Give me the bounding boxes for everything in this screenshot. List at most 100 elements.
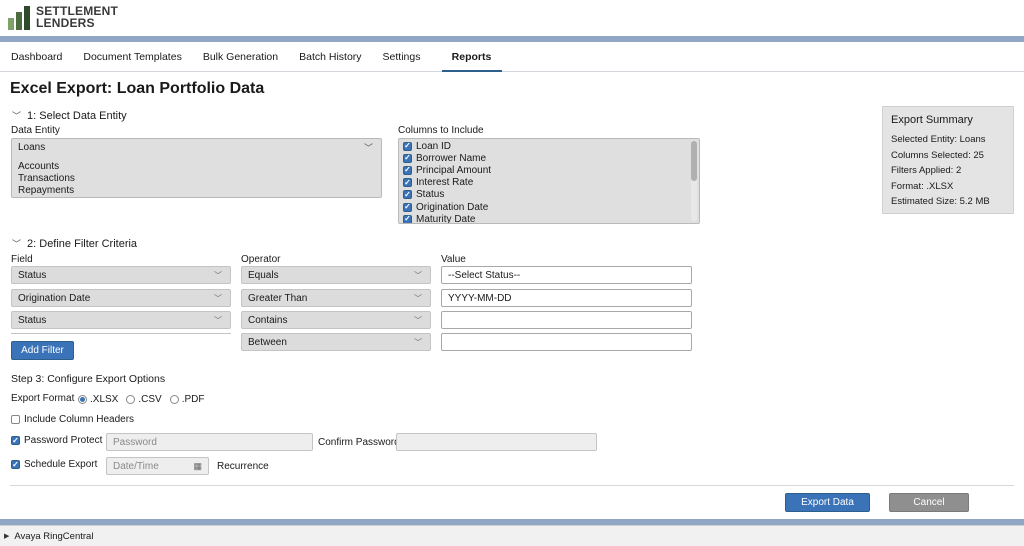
- columns-listbox[interactable]: Loan ID Borrower Name Principal Amount I…: [398, 138, 700, 224]
- column-option[interactable]: Loan ID: [399, 140, 699, 152]
- export-summary-panel: Export Summary Selected Entity: Loans Co…: [882, 106, 1014, 214]
- password-protect-label: Password Protect: [24, 435, 103, 446]
- chevron-down-icon: ﹀: [414, 315, 422, 325]
- filter-field-select[interactable]: Status ﹀: [11, 311, 231, 329]
- chevron-down-icon: ﹀: [414, 270, 422, 280]
- cancel-button[interactable]: Cancel: [889, 493, 969, 512]
- filter-value-input[interactable]: [441, 333, 692, 351]
- chevron-down-icon: ﹀: [12, 239, 22, 249]
- format-option-pdf[interactable]: .PDF: [169, 394, 205, 405]
- entity-option-accounts[interactable]: Accounts: [12, 161, 381, 173]
- chevron-down-icon: ﹀: [214, 315, 222, 325]
- entity-option-transactions[interactable]: Transactions: [12, 173, 381, 185]
- column-label: Borrower Name: [416, 152, 487, 164]
- confirm-password-label: Confirm Password: [318, 437, 400, 448]
- columns-scrollbar[interactable]: [691, 141, 697, 221]
- recurrence-label: Recurrence: [217, 461, 269, 472]
- calendar-icon[interactable]: ▦: [193, 461, 202, 472]
- chevron-down-icon: ﹀: [414, 293, 422, 303]
- main-nav: Dashboard Document Templates Bulk Genera…: [0, 42, 1024, 72]
- step2-heading: 2: Define Filter Criteria: [27, 237, 138, 250]
- checkbox-icon[interactable]: [403, 153, 412, 163]
- value-column-label: Value: [441, 254, 466, 265]
- tab-reports[interactable]: Reports: [441, 42, 502, 72]
- logo: SETTLEMENT LENDERS: [8, 4, 118, 30]
- entity-option-repayments[interactable]: Repayments: [12, 185, 381, 197]
- checkbox-icon[interactable]: [403, 141, 412, 151]
- filter-operator-select[interactable]: Equals ﹀: [241, 266, 431, 284]
- password-field[interactable]: Password: [106, 433, 313, 451]
- filter-field-value: Origination Date: [18, 292, 91, 304]
- checkbox-icon[interactable]: [11, 415, 20, 424]
- column-option[interactable]: Origination Date: [399, 201, 699, 213]
- column-option[interactable]: Maturity Date: [399, 213, 699, 223]
- operator-column-label: Operator: [241, 254, 281, 265]
- entity-selected-label: Loans: [18, 141, 46, 153]
- checkbox-icon[interactable]: [403, 165, 412, 175]
- chevron-down-icon: ﹀: [414, 337, 422, 347]
- format-option-xlsx[interactable]: .XLSX: [78, 394, 118, 405]
- tab-bulk-generation[interactable]: Bulk Generation: [203, 42, 289, 72]
- radio-icon[interactable]: [126, 395, 136, 404]
- column-option[interactable]: Status: [399, 189, 699, 201]
- add-filter-button[interactable]: Add Filter: [11, 341, 74, 360]
- filter-operator-value: Between: [248, 336, 287, 348]
- column-option[interactable]: Principal Amount: [399, 164, 699, 176]
- filter-operator-select[interactable]: Greater Than ﹀: [241, 289, 431, 307]
- format-option-csv[interactable]: .CSV: [126, 394, 162, 405]
- checkbox-icon[interactable]: [11, 460, 20, 469]
- summary-row: Estimated Size: 5.2 MB: [891, 196, 990, 207]
- include-headers-option[interactable]: Include Column Headers: [11, 414, 134, 425]
- radio-icon[interactable]: [169, 395, 179, 404]
- tab-document-templates[interactable]: Document Templates: [83, 42, 192, 72]
- filter-field-divider: [11, 333, 231, 334]
- step2-header[interactable]: ﹀ 2: Define Filter Criteria: [12, 237, 137, 250]
- filter-field-value: Status: [18, 314, 47, 326]
- filter-operator-select[interactable]: Between ﹀: [241, 333, 431, 351]
- checkbox-icon[interactable]: [403, 190, 412, 200]
- column-label: Interest Rate: [416, 177, 474, 189]
- top-bar: SETTLEMENT LENDERS: [0, 0, 1024, 36]
- checkbox-icon[interactable]: [403, 214, 412, 223]
- column-option[interactable]: Interest Rate: [399, 177, 699, 189]
- logo-line2: LENDERS: [36, 16, 95, 30]
- filter-operator-select[interactable]: Contains ﹀: [241, 311, 431, 329]
- data-entity-listbox[interactable]: Loans ﹀ Accounts Transactions Repayments: [11, 138, 382, 198]
- filter-value-input[interactable]: YYYY-MM-DD: [441, 289, 692, 307]
- field-column-label: Field: [11, 254, 33, 265]
- export-data-button[interactable]: Export Data: [785, 493, 870, 512]
- column-label: Principal Amount: [416, 164, 492, 176]
- schedule-export-option[interactable]: Schedule Export: [11, 459, 97, 470]
- tab-dashboard[interactable]: Dashboard: [11, 42, 73, 72]
- summary-row: Columns Selected: 25: [891, 149, 984, 161]
- password-protect-option[interactable]: Password Protect: [11, 435, 102, 446]
- scrollbar-thumb[interactable]: [691, 141, 697, 181]
- filter-field-select[interactable]: Origination Date ﹀: [11, 289, 231, 307]
- format-label: .CSV: [138, 394, 162, 405]
- checkbox-icon[interactable]: [403, 202, 412, 212]
- datetime-field[interactable]: Date/Time ▦: [106, 457, 209, 475]
- entity-selected[interactable]: Loans ﹀: [12, 139, 381, 153]
- filter-value-input[interactable]: [441, 311, 692, 329]
- format-label: .PDF: [181, 394, 205, 405]
- confirm-password-field[interactable]: [396, 433, 597, 451]
- phone-icon: ▶: [4, 533, 10, 540]
- checkbox-icon[interactable]: [403, 178, 412, 188]
- filter-field-select[interactable]: Status ﹀: [11, 266, 231, 284]
- logo-text: SETTLEMENT LENDERS: [36, 5, 118, 29]
- filter-value-input[interactable]: --Select Status--: [441, 266, 692, 284]
- radio-icon[interactable]: [78, 395, 87, 404]
- tab-batch-history[interactable]: Batch History: [299, 42, 372, 72]
- checkbox-icon[interactable]: [11, 436, 20, 445]
- filter-operator-value: Contains: [248, 314, 288, 326]
- status-bar: ▶ Avaya RingCentral: [0, 525, 1024, 546]
- data-entity-label: Data Entity: [11, 125, 60, 136]
- footer-divider: [10, 485, 1014, 486]
- step1-header[interactable]: ﹀ 1: Select Data Entity: [12, 109, 127, 122]
- tab-settings[interactable]: Settings: [383, 42, 432, 72]
- logo-mark-icon: [8, 4, 32, 30]
- column-option[interactable]: Borrower Name: [399, 152, 699, 164]
- column-label: Loan ID: [416, 140, 452, 152]
- step1-heading: 1: Select Data Entity: [27, 109, 127, 122]
- column-label: Status: [416, 189, 445, 201]
